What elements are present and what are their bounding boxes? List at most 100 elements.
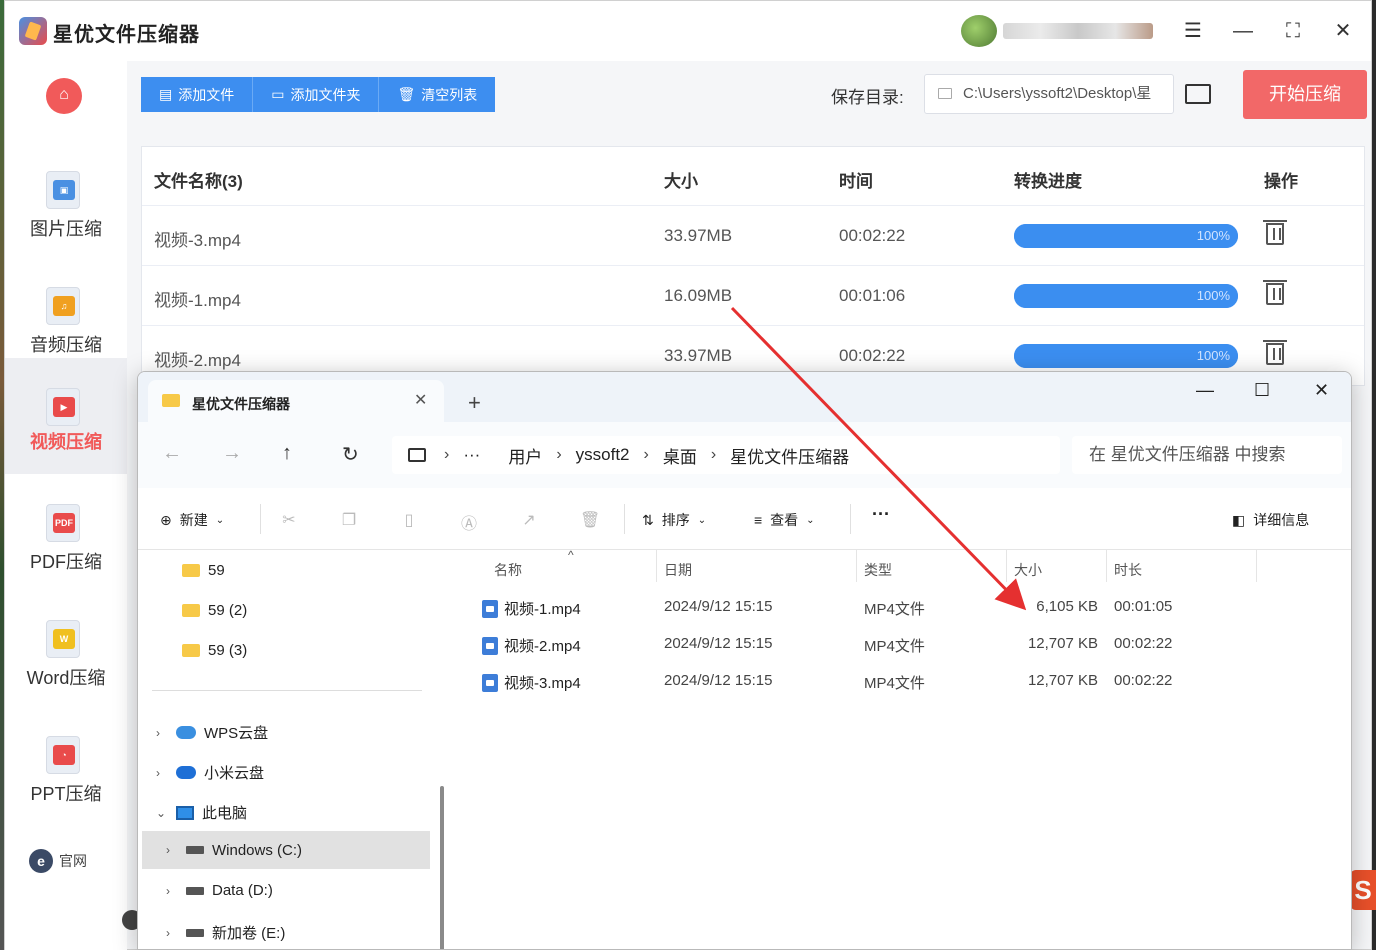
- tree-item[interactable]: 59 (3): [182, 642, 247, 659]
- official-site-link[interactable]: e 官网: [29, 849, 87, 873]
- maximize-icon[interactable]: ☐: [1254, 380, 1270, 401]
- breadcrumb-folder[interactable]: 星优文件压缩器: [730, 443, 849, 468]
- progress-label: 100%: [1196, 348, 1230, 363]
- sidebar-item-image[interactable]: ▣ 图片压缩: [5, 141, 127, 257]
- sidebar-item-ppt[interactable]: ◔ PPT压缩: [5, 706, 127, 822]
- add-folder-button[interactable]: ▭ 添加文件夹: [253, 77, 380, 112]
- more-options-button[interactable]: ···: [872, 504, 890, 525]
- scrollbar[interactable]: [440, 786, 444, 949]
- tree-item[interactable]: 59: [182, 562, 225, 579]
- close-icon[interactable]: ✕: [1314, 380, 1329, 401]
- close-tab-icon[interactable]: ✕: [414, 390, 427, 410]
- chevron-right-icon[interactable]: ›: [166, 884, 178, 898]
- delete-icon[interactable]: 🗑: [580, 510, 600, 529]
- list-item[interactable]: 视频-2.mp4 2024/9/12 15:15 MP4文件 12,707 KB…: [454, 625, 1351, 662]
- tree-item[interactable]: › 小米云盘: [156, 762, 264, 783]
- delete-icon[interactable]: [1263, 280, 1287, 305]
- browse-folder-icon[interactable]: [1185, 84, 1211, 104]
- file-date: 2024/9/12 15:15: [664, 672, 773, 689]
- explorer-tab[interactable]: 星优文件压缩器 ✕: [148, 380, 444, 422]
- image-icon: ▣: [46, 171, 80, 209]
- up-icon[interactable]: ↑: [282, 442, 292, 465]
- start-compress-button[interactable]: 开始压缩: [1243, 70, 1367, 119]
- new-tab-icon[interactable]: +: [468, 390, 481, 416]
- tree-label: Data (D:): [212, 882, 273, 899]
- sidebar-item-label: 音频压缩: [30, 335, 102, 355]
- delete-icon[interactable]: [1263, 220, 1287, 245]
- folder-icon: [182, 604, 200, 617]
- col-header-type[interactable]: 类型: [864, 560, 892, 580]
- tree-item[interactable]: › 新加卷 (E:): [166, 922, 285, 943]
- chevron-right-icon[interactable]: ›: [166, 843, 178, 857]
- col-header-duration[interactable]: 时长: [1114, 560, 1142, 580]
- sort-button[interactable]: ⇅ 排序 ⌄: [642, 510, 706, 530]
- col-header-size[interactable]: 大小: [1014, 560, 1042, 580]
- sidebar-item-word[interactable]: W Word压缩: [5, 590, 127, 706]
- cloud-icon: [176, 726, 196, 739]
- forward-icon[interactable]: →: [222, 442, 242, 465]
- divider: [656, 550, 657, 582]
- table-row[interactable]: 视频-3.mp4 33.97MB 00:02:22 100%: [142, 205, 1364, 265]
- breadcrumb-user[interactable]: yssoft2: [576, 445, 630, 465]
- file-name: 视频-1.mp4: [504, 601, 581, 618]
- list-item[interactable]: 视频-3.mp4 2024/9/12 15:15 MP4文件 12,707 KB…: [454, 662, 1351, 699]
- col-header-date[interactable]: 日期: [664, 560, 692, 580]
- table-row[interactable]: 视频-1.mp4 16.09MB 00:01:06 100%: [142, 265, 1364, 325]
- minimize-icon[interactable]: —: [1231, 19, 1255, 43]
- drive-icon: [186, 886, 204, 895]
- folder-icon: [182, 564, 200, 577]
- view-button[interactable]: ≡ 查看 ⌄: [754, 510, 815, 530]
- search-input[interactable]: 在 星优文件压缩器 中搜索: [1072, 436, 1342, 474]
- sidebar-item-video[interactable]: ▶ 视频压缩: [5, 358, 127, 474]
- sidebar-item-audio[interactable]: ♫ 音频压缩: [5, 257, 127, 373]
- cut-icon[interactable]: ✂: [280, 510, 298, 529]
- file-date: 2024/9/12 15:15: [664, 635, 773, 652]
- refresh-icon[interactable]: ↻: [342, 442, 359, 467]
- file-size: 33.97MB: [664, 346, 733, 365]
- details-button[interactable]: ◧ 详细信息: [1232, 510, 1309, 530]
- drive-icon: [186, 928, 204, 937]
- add-file-button[interactable]: ▤ 添加文件: [141, 77, 254, 112]
- maximize-icon[interactable]: ⛶: [1281, 19, 1305, 43]
- tree-item[interactable]: › WPS云盘: [156, 722, 268, 743]
- tree-item[interactable]: › Data (D:): [166, 882, 273, 899]
- chevron-right-icon: ›: [556, 446, 562, 463]
- col-header-name[interactable]: 名称: [494, 560, 522, 580]
- breadcrumb-users[interactable]: 用户: [508, 443, 542, 468]
- sogou-ime-icon[interactable]: S: [1350, 870, 1376, 910]
- chevron-down-icon[interactable]: ⌄: [156, 806, 168, 820]
- chevron-right-icon: ›: [444, 446, 450, 463]
- file-type: MP4文件: [864, 638, 925, 655]
- music-icon: ♫: [46, 287, 80, 325]
- breadcrumb-more[interactable]: ···: [463, 445, 480, 465]
- share-icon[interactable]: ↗: [520, 510, 538, 529]
- clear-list-button[interactable]: 🗑 清空列表: [379, 77, 496, 112]
- close-icon[interactable]: ✕: [1331, 19, 1355, 43]
- breadcrumb[interactable]: › ··· 用户 › yssoft2 › 桌面 › 星优文件压缩器: [392, 436, 1060, 474]
- breadcrumb-desktop[interactable]: 桌面: [663, 443, 697, 468]
- tree-item[interactable]: 59 (2): [182, 602, 247, 619]
- copy-icon[interactable]: ❐: [340, 510, 358, 529]
- delete-icon[interactable]: [1263, 340, 1287, 365]
- save-dir-input[interactable]: C:\Users\yssoft2\Desktop\星: [924, 74, 1174, 114]
- rename-icon[interactable]: Ⓐ: [460, 510, 478, 533]
- tree-item-selected[interactable]: › Windows (C:): [142, 831, 430, 869]
- new-button[interactable]: ⊕ 新建 ⌄: [160, 510, 224, 530]
- tree-item[interactable]: ⌄ 此电脑: [156, 802, 247, 823]
- sidebar-item-pdf[interactable]: PDF PDF压缩: [5, 474, 127, 590]
- computer-icon: [408, 448, 426, 462]
- computer-icon: [176, 805, 194, 820]
- divider: [1106, 550, 1107, 582]
- paste-icon[interactable]: ▯: [400, 510, 418, 529]
- user-avatar[interactable]: [961, 15, 997, 47]
- settings-icon[interactable]: ☰: [1181, 19, 1205, 43]
- back-icon[interactable]: ←: [162, 442, 182, 465]
- tree-label: 59: [208, 562, 225, 579]
- chevron-right-icon[interactable]: ›: [156, 766, 168, 780]
- home-button[interactable]: ⌂: [46, 78, 82, 114]
- chevron-right-icon[interactable]: ›: [156, 726, 168, 740]
- divider: [850, 504, 851, 534]
- chevron-right-icon[interactable]: ›: [166, 926, 178, 940]
- list-item[interactable]: 视频-1.mp4 2024/9/12 15:15 MP4文件 6,105 KB …: [454, 588, 1351, 625]
- minimize-icon[interactable]: —: [1196, 380, 1214, 401]
